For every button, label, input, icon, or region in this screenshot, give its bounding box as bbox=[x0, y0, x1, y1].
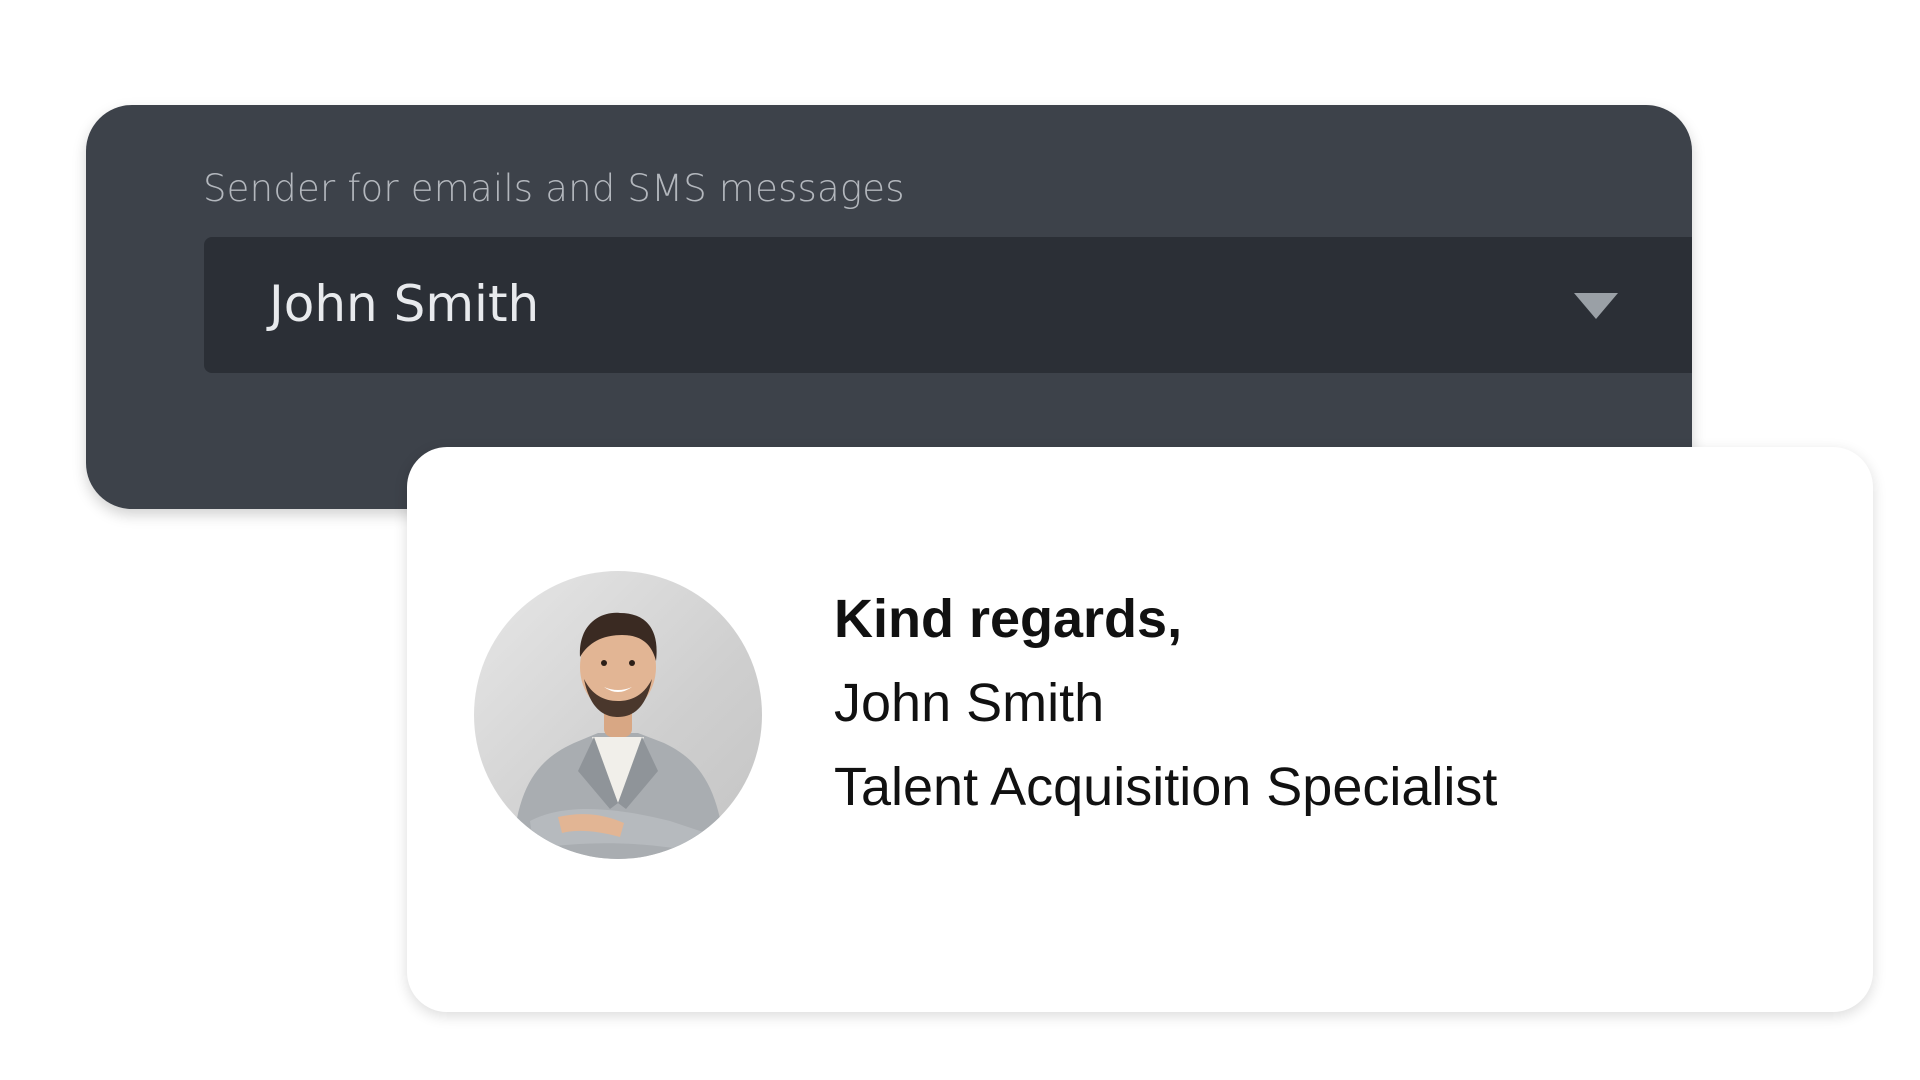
sender-select[interactable]: John Smith bbox=[204, 237, 1692, 373]
person-photo-icon bbox=[512, 612, 726, 859]
chevron-down-icon[interactable] bbox=[1574, 293, 1618, 319]
stage: Sender for emails and SMS messages John … bbox=[0, 0, 1920, 1080]
signature-preview-card: Kind regards, John Smith Talent Acquisit… bbox=[407, 447, 1873, 1012]
sender-select-value: John Smith bbox=[269, 275, 540, 333]
avatar bbox=[474, 571, 762, 859]
signature-text-block: Kind regards, John Smith Talent Acquisit… bbox=[834, 577, 1497, 829]
signature-greeting: Kind regards, bbox=[834, 589, 1183, 649]
signature-job-title: Talent Acquisition Specialist bbox=[834, 757, 1498, 817]
sender-field-label: Sender for emails and SMS messages bbox=[203, 167, 905, 210]
signature-name: John Smith bbox=[834, 673, 1105, 733]
